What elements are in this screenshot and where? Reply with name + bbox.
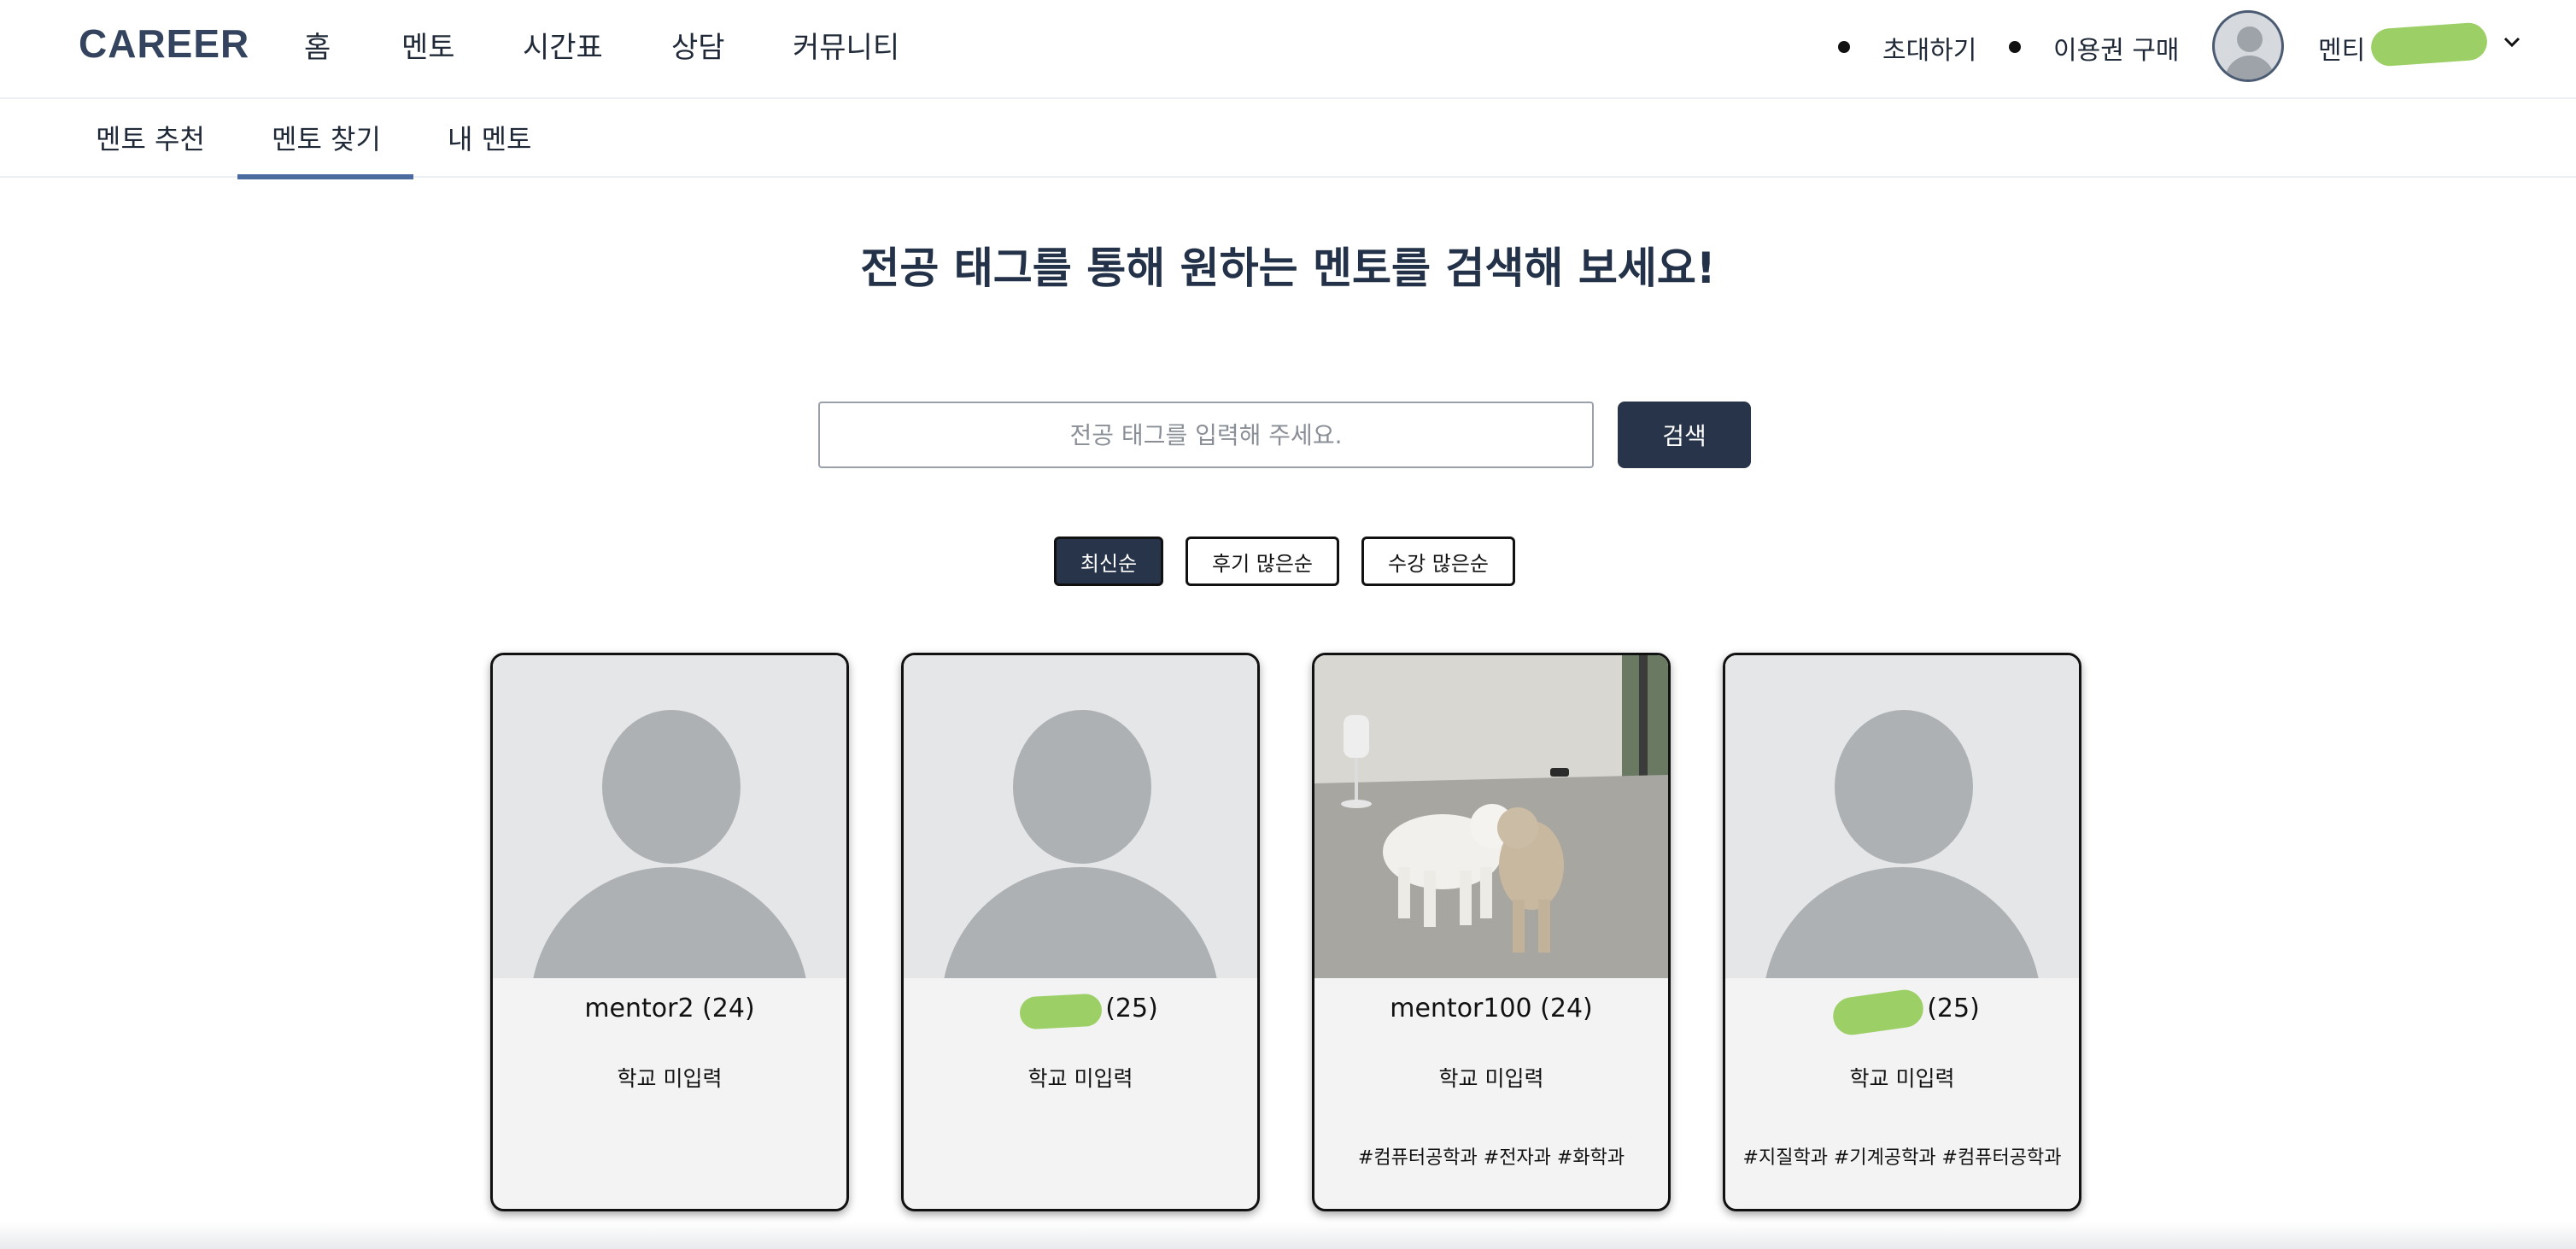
active-tab-indicator — [237, 174, 413, 179]
mentor-card[interactable]: mentor2 (24) 학교 미입력 — [490, 653, 849, 1211]
profile-photo — [1314, 655, 1668, 978]
mentor-card[interactable]: (25) 학교 미입력 #지질학과 #기계공학과 #컴퓨터공학과 — [1723, 653, 2081, 1211]
profile-placeholder-icon — [493, 655, 846, 978]
mentor-card[interactable]: (25) 학교 미입력 — [901, 653, 1260, 1211]
invite-link[interactable]: 초대하기 — [1882, 29, 1976, 67]
profile-placeholder-icon — [1725, 655, 2079, 978]
mentor-school: 학교 미입력 — [1438, 1066, 1544, 1091]
page-bottom-shadow — [0, 1222, 2576, 1249]
mentor-name: mentor100 (24) — [1390, 994, 1593, 1023]
tab-my-mentor[interactable]: 내 멘토 — [448, 118, 532, 157]
search-button[interactable]: 검색 — [1618, 402, 1751, 468]
mentor-tags: #지질학과 #기계공학과 #컴퓨터공학과 — [1742, 1147, 2062, 1169]
sub-navigation: 멘토 추천 멘토 찾기 내 멘토 — [0, 99, 2576, 178]
page-title: 전공 태그를 통해 원하는 멘토를 검색해 보세요! — [860, 243, 1716, 293]
redacted-username — [2369, 21, 2489, 67]
dogs-photo-image — [1314, 655, 1668, 978]
bullet-icon — [1838, 41, 1850, 53]
purchase-pass-link[interactable]: 이용권 구매 — [2053, 29, 2180, 67]
brand-logo[interactable]: CAREER — [79, 21, 249, 67]
mentor-school: 학교 미입력 — [617, 1066, 723, 1091]
nav-consult[interactable]: 상담 — [671, 24, 725, 66]
user-role-label[interactable]: 멘티 — [2318, 29, 2365, 67]
bullet-icon — [2009, 41, 2021, 53]
chevron-down-icon[interactable] — [2503, 32, 2521, 51]
profile-placeholder-icon — [904, 655, 1257, 978]
mentor-tags: #컴퓨터공학과 #전자과 #화학과 — [1357, 1147, 1625, 1169]
mentor-name: mentor2 (24) — [584, 994, 755, 1023]
tab-mentor-recommend[interactable]: 멘토 추천 — [96, 118, 205, 157]
mentor-card[interactable]: mentor100 (24) 학교 미입력 #컴퓨터공학과 #전자과 #화학과 — [1312, 653, 1671, 1211]
nav-community[interactable]: 커뮤니티 — [793, 24, 899, 66]
sort-most-reviews-button[interactable]: 후기 많은순 — [1186, 537, 1339, 586]
nav-home[interactable]: 홈 — [304, 24, 331, 66]
nav-timetable[interactable]: 시간표 — [523, 24, 603, 66]
mentor-school: 학교 미입력 — [1027, 1066, 1133, 1091]
sort-latest-button[interactable]: 최신순 — [1054, 537, 1163, 586]
nav-mentor[interactable]: 멘토 — [401, 24, 455, 66]
search-input[interactable] — [818, 402, 1594, 468]
sort-most-enrolled-button[interactable]: 수강 많은순 — [1361, 537, 1515, 586]
top-navigation-bar: CAREER 홈 멘토 시간표 상담 커뮤니티 초대하기 이용권 구매 멘티 — [0, 0, 2576, 99]
mentor-school: 학교 미입력 — [1849, 1066, 1955, 1091]
redacted-name — [1019, 993, 1103, 1030]
tab-find-mentor[interactable]: 멘토 찾기 — [272, 118, 381, 157]
user-avatar[interactable] — [2212, 10, 2284, 82]
